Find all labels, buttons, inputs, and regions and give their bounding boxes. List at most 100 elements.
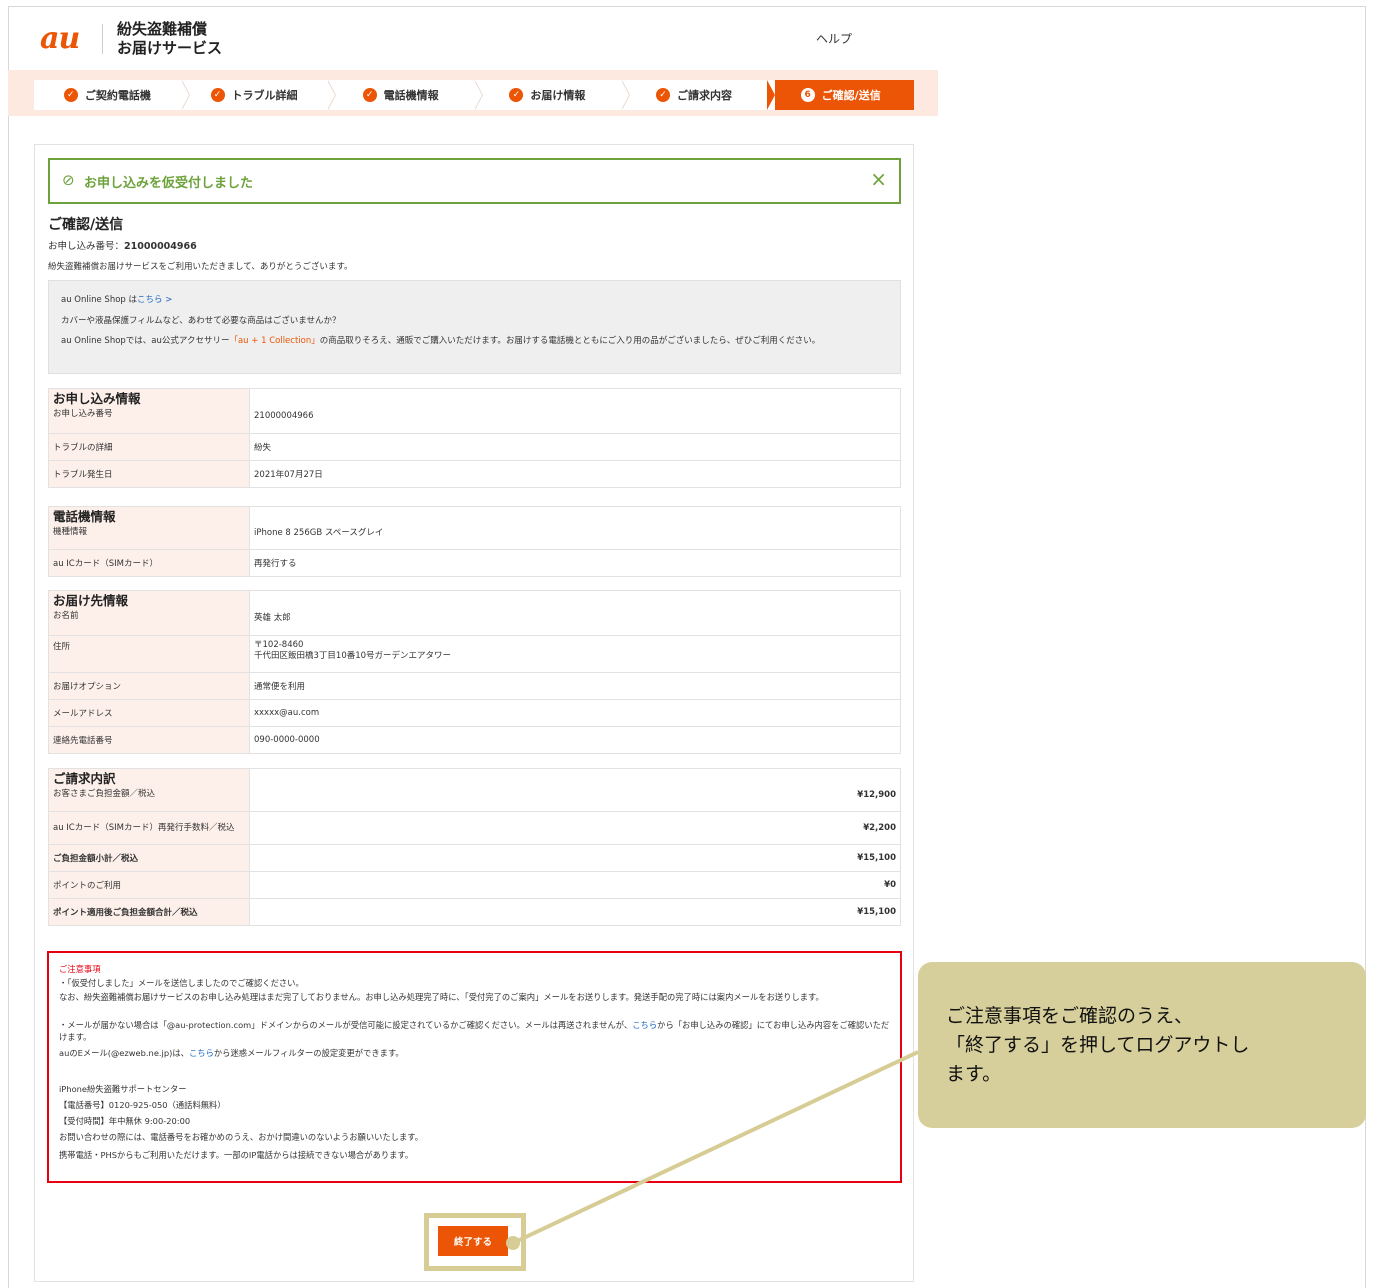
row-value: 090-0000-0000 — [249, 726, 901, 754]
logo-divider — [102, 24, 103, 54]
thanks-message: 紛失盗難補償お届けサービスをご利用いただきまして、ありがとうございます。 — [48, 262, 353, 272]
notes-box: ご注意事項 ・「仮受付しました」メールを送信しましたのでご確認ください。 なお、… — [47, 951, 902, 1183]
section-title: ご請求内訳 — [53, 771, 116, 786]
row-value: ¥15,100 — [249, 898, 901, 926]
step-number-icon: 6 — [800, 88, 815, 102]
callout-line: 「終了する」を押してログアウトし — [946, 1034, 1250, 1056]
notes-text: ・メールが届かない場合は「@au-protection.com」ドメインからのメ… — [59, 1019, 891, 1043]
service-name-line2: お届けサービス — [117, 39, 223, 57]
notes-text: 【受付時間】年中無休 9:00-20:00 — [59, 1116, 191, 1126]
section-title: お届け先情報 — [53, 593, 129, 608]
online-shop-link[interactable]: こちら > — [137, 295, 172, 305]
notes-text: ・「仮受付しました」メールを送信しましたのでご確認ください。 — [59, 978, 304, 988]
au-logo[interactable]: au — [40, 24, 80, 54]
row-label: 住所 — [48, 635, 250, 673]
step-billing: ✓ ご請求内容 — [620, 80, 768, 110]
application-number-label: お申し込み番号： — [48, 241, 125, 252]
check-icon: ✓ — [509, 88, 524, 102]
phone-info-table: 電話機情報機種情報 iPhone 8 256GB スペースグレイ au ICカード… — [48, 506, 901, 577]
notes-text-part: auのEメール(@ezweb.ne.jp)は、 — [59, 1048, 189, 1058]
step-contract-phone: ✓ ご契約電話機 — [34, 80, 190, 110]
application-info-table: お申し込み情報お申し込み番号 21000004966 トラブルの詳細 紛失 トラブル… — [48, 388, 901, 488]
application-number-value: 21000004966 — [124, 241, 197, 252]
delivery-info-table: お届け先情報お名前 英雄 太郎 住所 〒102-8460 千代田区飯田橋3丁目10番1… — [48, 590, 901, 754]
row-label: 連絡先電話番号 — [48, 726, 250, 754]
promo-line2: カバーや液晶保護フィルムなど、あわせて必要な商品はございませんか？ — [61, 316, 341, 326]
check-icon: ✓ — [63, 88, 78, 102]
spam-filter-link[interactable]: こちら — [189, 1048, 214, 1058]
notes-text: 【電話番号】0120-925-050（通話料無料） — [59, 1100, 226, 1110]
service-name: 紛失盗難補償 お届けサービス — [117, 20, 222, 58]
notes-text: iPhone紛失盗難サポートセンター — [59, 1084, 187, 1094]
row-value: 2021年07月27日 — [249, 460, 901, 488]
notes-text: 携帯電話・PHSからもご利用いただけます。一部のIP電話からは接続できない場合が… — [59, 1150, 414, 1160]
row-label: au ICカード（SIMカード） — [48, 549, 250, 577]
step-delivery-info: ✓ お届け情報 — [474, 80, 630, 110]
promo-box: au Online Shop はこちら > カバーや液晶保護フィルムなど、あわせ… — [48, 280, 901, 374]
row-value: 再発行する — [249, 549, 901, 577]
success-banner: ⊘ お申し込みを仮受付しました × — [48, 158, 901, 204]
row-value: ¥2,200 — [249, 811, 901, 845]
address-line: 千代田区飯田橋3丁目10番10号ガーデンエアタワー — [254, 651, 452, 661]
notes-text: なお、紛失盗難補償お届けサービスのお申し込み処理はまだ完了しておりません。お申し… — [59, 992, 824, 1002]
step-label: ご請求内容 — [677, 89, 733, 102]
callout-line: ご注意事項をご確認のうえ、 — [946, 1005, 1194, 1027]
promo-line3: au Online Shopでは、au公式アクセサリー「au + 1 Colle… — [61, 334, 887, 348]
row-value: 英雄 太郎 — [249, 590, 901, 636]
address-value: 〒102-8460 千代田区飯田橋3丁目10番10号ガーデンエアタワー — [249, 635, 901, 673]
row-label: ポイント適用後ご負担金額合計／税込 — [48, 898, 250, 926]
step-trouble-detail: ✓ トラブル詳細 — [180, 80, 337, 110]
success-message: お申し込みを仮受付しました — [84, 176, 254, 191]
section-title: お申し込み情報 — [53, 391, 141, 406]
confirm-application-link[interactable]: こちら — [632, 1020, 657, 1030]
row-value: ¥0 — [249, 871, 901, 899]
promo-text: au Online Shopでは、au公式アクセサリー — [61, 336, 230, 346]
collection-link[interactable]: 「au + 1 Collection」 — [229, 336, 319, 346]
header: au 紛失盗難補償 お届けサービス ヘルプ — [34, 18, 904, 68]
notes-text: お問い合わせの際には、電話番号をお確かめのうえ、おかけ間違いのないようお願いいた… — [59, 1132, 424, 1142]
service-name-line1: 紛失盗難補償 — [117, 20, 208, 38]
help-link[interactable]: ヘルプ — [816, 30, 852, 47]
row-label: au ICカード（SIMカード）再発行手数料／税込 — [48, 811, 250, 845]
callout-line: ます。 — [946, 1063, 1002, 1085]
application-number: お申し込み番号：21000004966 — [48, 238, 197, 252]
step-label: お届け情報 — [530, 89, 586, 102]
notes-text-part: から迷惑メールフィルターの設定変更ができます。 — [213, 1048, 404, 1058]
promo-line1: au Online Shop はこちら > — [61, 293, 172, 305]
notes-title: ご注意事項 — [59, 964, 101, 974]
row-label: メールアドレス — [48, 699, 250, 727]
finish-button[interactable]: 終了する — [438, 1226, 508, 1256]
section-title: 電話機情報 — [53, 509, 116, 524]
row-label: ポイントのご利用 — [48, 871, 250, 899]
notes-text-part: ・メールが届かない場合は「@au-protection.com」ドメインからのメ… — [59, 1020, 633, 1030]
step-phone-info: ✓ 電話機情報 — [327, 80, 484, 110]
row-label: トラブル発生日 — [48, 460, 250, 488]
promo-text: の商品取りそろえ、通販でご購入いただけます。お届けする電話機とともにご入り用の品… — [319, 336, 821, 346]
check-icon: ✓ — [362, 88, 377, 102]
step-confirm-send: 6 ご確認/送信 — [767, 80, 915, 110]
close-icon[interactable]: × — [870, 167, 887, 191]
row-value: xxxxx@au.com — [249, 699, 901, 727]
row-value: 21000004966 — [249, 388, 901, 434]
step-label: トラブル詳細 — [231, 89, 298, 102]
step-label: ご契約電話機 — [84, 89, 151, 102]
row-value: iPhone 8 256GB スペースグレイ — [249, 506, 901, 550]
row-value: 紛失 — [249, 433, 901, 461]
row-label: ご負担金額小計／税込 — [48, 844, 250, 872]
row-label: お届けオプション — [48, 672, 250, 700]
callout-text: ご注意事項をご確認のうえ、 「終了する」を押してログアウトし ます。 — [946, 1002, 1346, 1089]
step-label: 電話機情報 — [383, 89, 439, 102]
page-title: ご確認/送信 — [48, 217, 124, 233]
progress-stepper: ✓ ご契約電話機 ✓ トラブル詳細 ✓ 電話機情報 ✓ お届け情報 ✓ ご請求内… — [34, 80, 915, 110]
notes-text: auのEメール(@ezweb.ne.jp)は、こちらから迷惑メールフィルターの設… — [59, 1047, 891, 1059]
row-label: 機種情報 — [53, 527, 88, 537]
row-value: ¥12,900 — [249, 768, 901, 812]
instruction-callout: ご注意事項をご確認のうえ、 「終了する」を押してログアウトし ます。 — [918, 962, 1366, 1128]
row-value: 通常便を利用 — [249, 672, 901, 700]
row-label: お申し込み番号 — [53, 409, 113, 419]
row-label: お名前 — [53, 611, 79, 621]
step-label: ご確認/送信 — [821, 89, 881, 102]
row-label: トラブルの詳細 — [48, 433, 250, 461]
check-circle-icon: ⊘ — [62, 171, 75, 189]
promo-text: au Online Shop は — [61, 295, 137, 305]
